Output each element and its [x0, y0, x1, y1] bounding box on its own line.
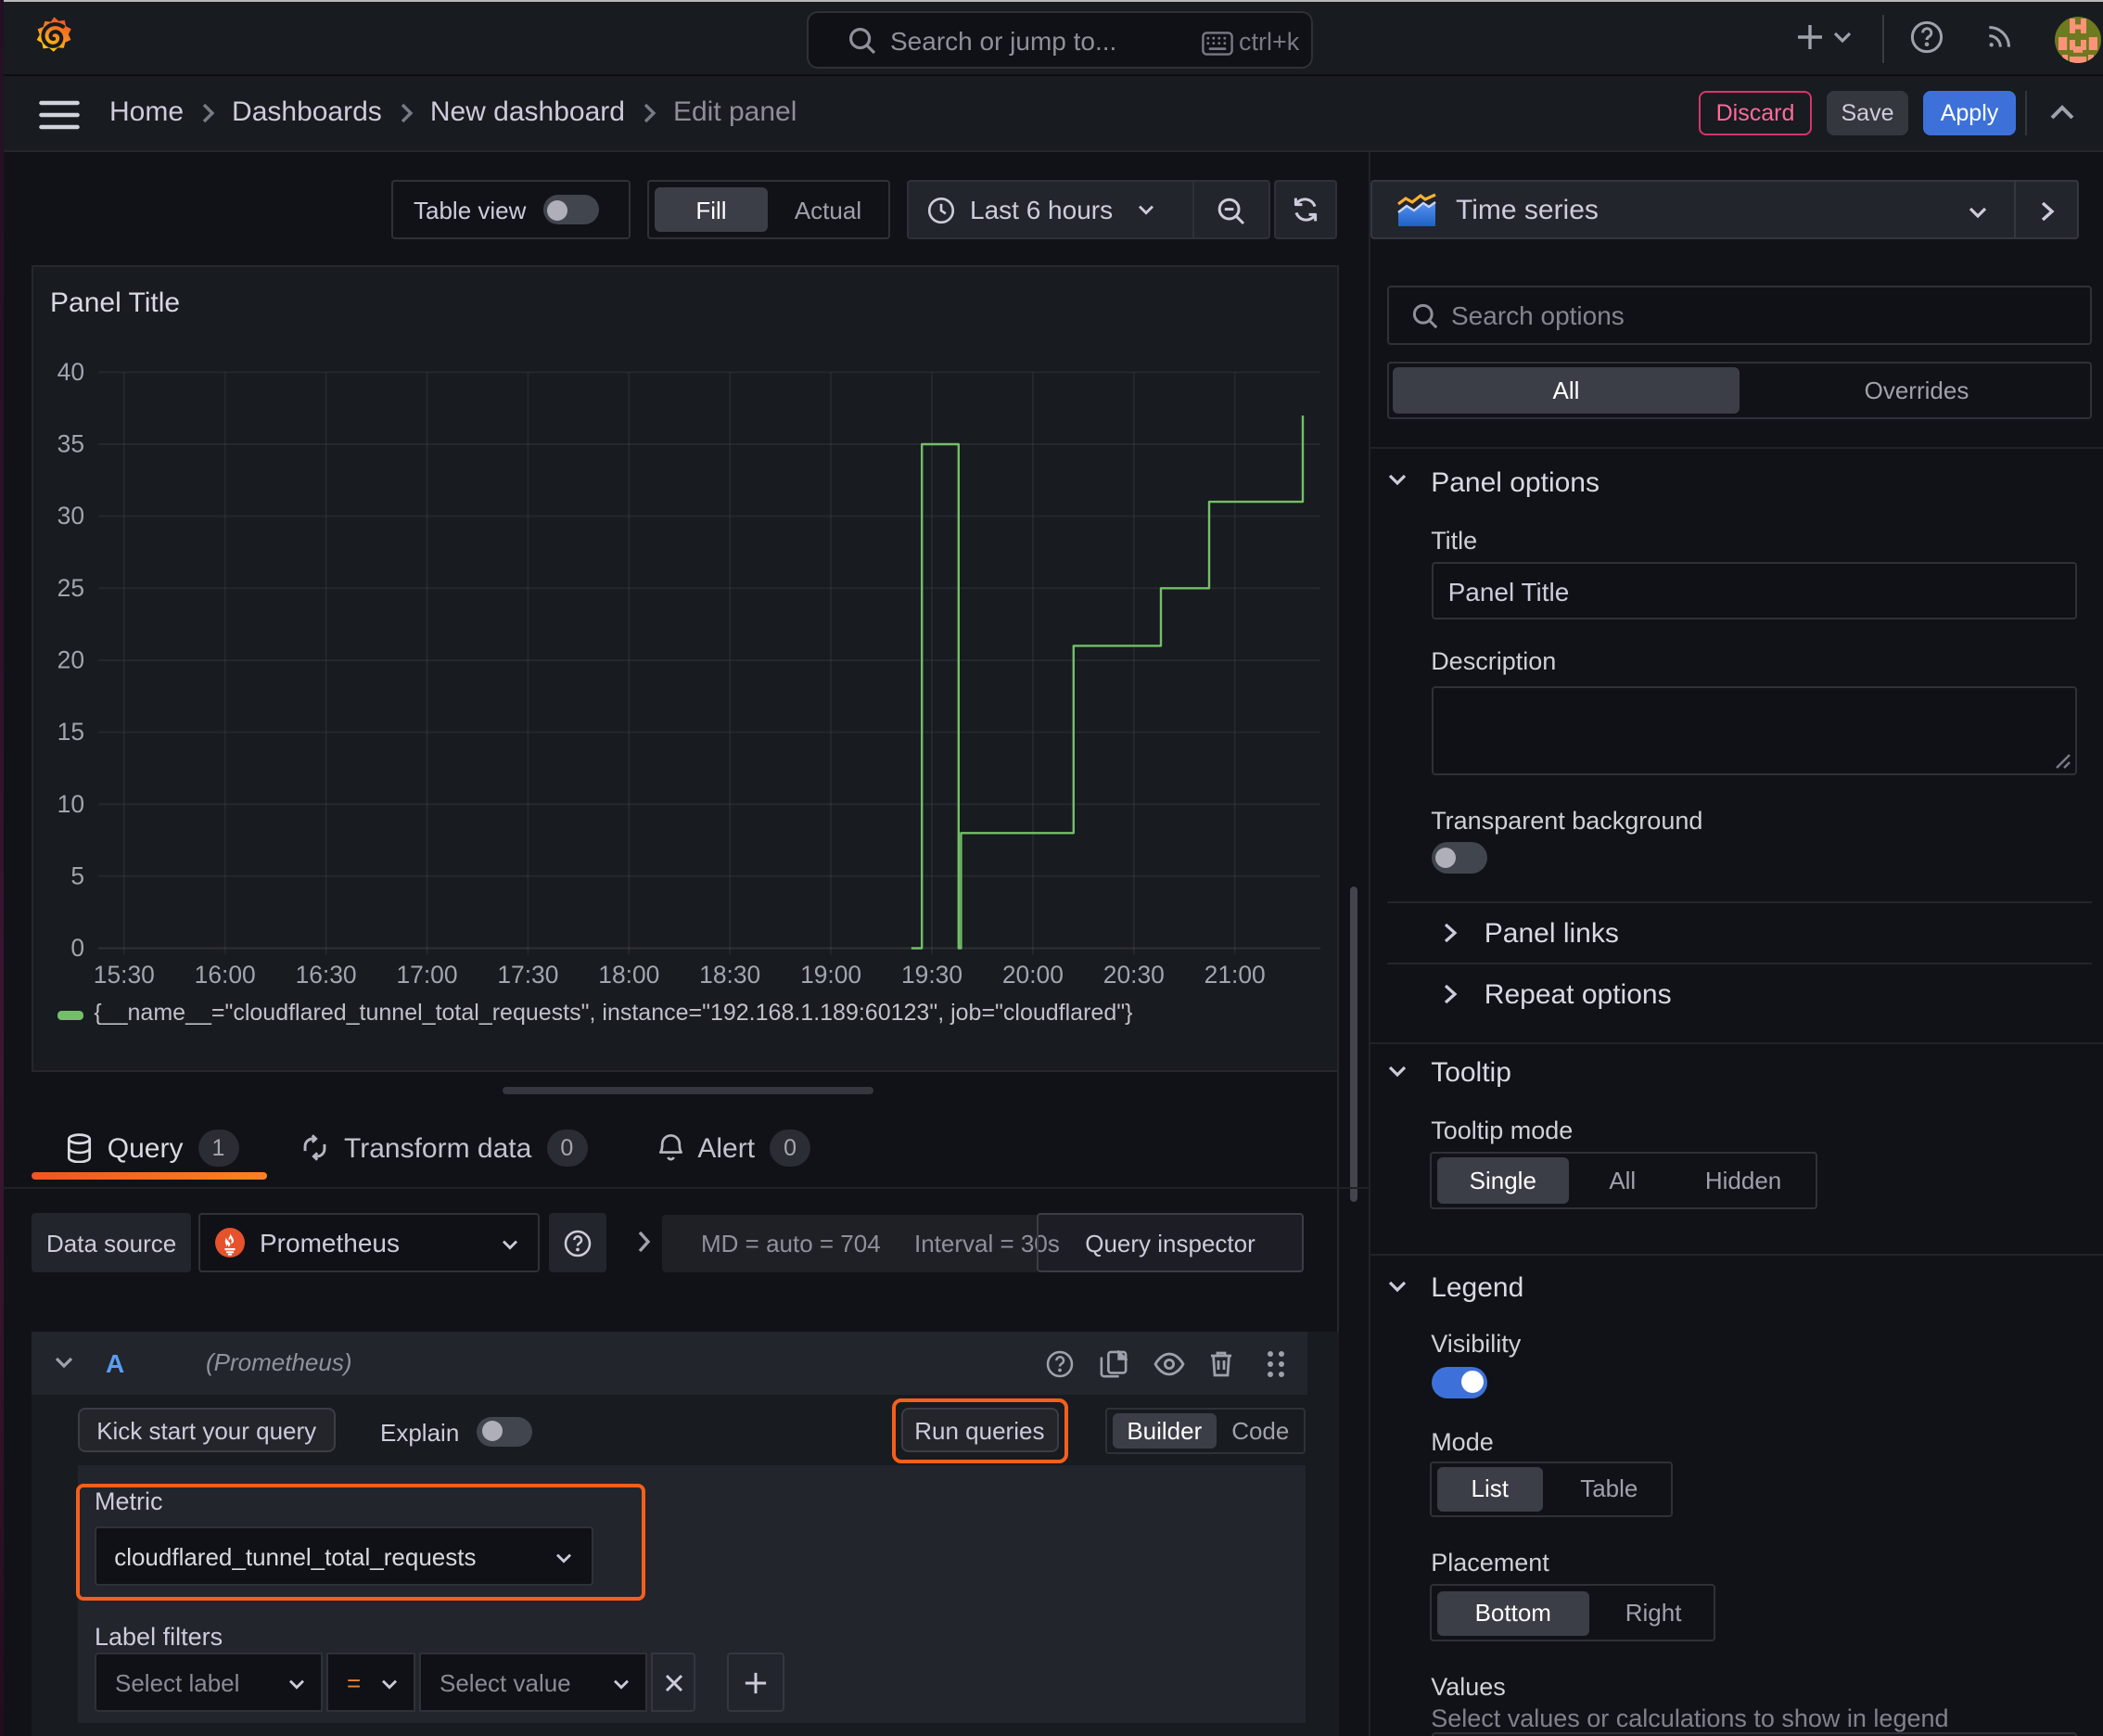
svg-text:0: 0 [70, 934, 84, 962]
svg-text:19:00: 19:00 [800, 961, 861, 989]
svg-text:15:30: 15:30 [94, 961, 155, 989]
svg-text:17:30: 17:30 [497, 961, 558, 989]
svg-text:35: 35 [57, 430, 84, 458]
svg-text:18:00: 18:00 [598, 961, 659, 989]
svg-text:16:00: 16:00 [195, 961, 256, 989]
svg-text:25: 25 [57, 574, 84, 602]
svg-text:40: 40 [57, 358, 84, 386]
svg-text:5: 5 [70, 862, 84, 889]
svg-text:15: 15 [57, 718, 84, 746]
svg-text:21:00: 21:00 [1204, 961, 1266, 989]
svg-text:20:30: 20:30 [1103, 961, 1165, 989]
svg-text:17:00: 17:00 [396, 961, 457, 989]
svg-text:30: 30 [57, 502, 84, 530]
svg-text:18:30: 18:30 [699, 961, 760, 989]
svg-text:16:30: 16:30 [296, 961, 357, 989]
svg-text:10: 10 [57, 790, 84, 818]
svg-text:19:30: 19:30 [901, 961, 962, 989]
svg-text:20:00: 20:00 [1002, 961, 1064, 989]
svg-text:20: 20 [57, 646, 84, 674]
